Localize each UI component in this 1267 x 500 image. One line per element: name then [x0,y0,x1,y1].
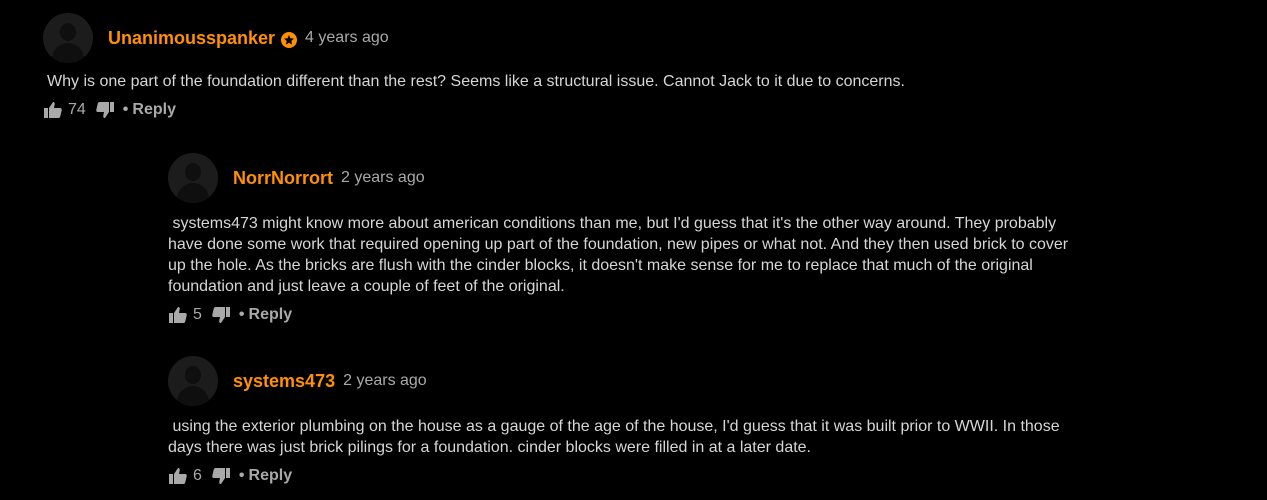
separator-dot: • [238,306,245,323]
reply-button[interactable]: Reply [132,101,176,119]
like-count: 5 [193,306,202,323]
avatar-body-shape [177,386,209,406]
star-badge-icon [281,31,298,48]
username[interactable]: NorrNorrort [233,168,333,189]
timestamp: 2 years ago [343,372,427,389]
avatar[interactable] [168,356,218,406]
thumbs-down-icon[interactable] [211,466,231,486]
avatar-body-shape [52,43,84,63]
comment-header: Unanimousspanker 4 years ago [43,13,1223,63]
comment-header: systems473 2 years ago [168,356,1168,406]
avatar-head-shape [60,23,76,41]
comment-text: systems473 might know more about america… [168,215,1069,295]
thumbs-up-icon[interactable] [43,100,63,120]
reply-comment: NorrNorrort 2 years ago systems473 might… [168,153,1168,325]
avatar[interactable] [168,153,218,203]
separator-dot: • [238,467,245,484]
like-count: 74 [68,101,86,118]
comment: Unanimousspanker 4 years ago Why is one … [43,13,1223,120]
like-count: 6 [193,467,202,484]
thumbs-down-icon[interactable] [211,305,231,325]
reply-button[interactable]: Reply [249,306,293,324]
comment-header: NorrNorrort 2 years ago [168,153,1168,203]
thumbs-up-icon[interactable] [168,466,188,486]
timestamp: 2 years ago [341,169,425,186]
comment-text: using the exterior plumbing on the house… [168,418,1060,456]
thumbs-down-icon[interactable] [95,100,115,120]
separator-dot: • [122,101,129,118]
reply-comment: systems473 2 years ago using the exterio… [168,356,1168,486]
username[interactable]: Unanimousspanker [108,28,275,49]
comment-actions: 6 • Reply [168,466,1168,486]
comment-actions: 74 • Reply [43,100,1223,120]
username[interactable]: systems473 [233,371,335,392]
avatar-body-shape [177,183,209,203]
avatar-head-shape [185,366,201,384]
reply-button[interactable]: Reply [249,467,293,485]
thumbs-up-icon[interactable] [168,305,188,325]
avatar-head-shape [185,163,201,181]
comment-text: Why is one part of the foundation differ… [47,73,905,90]
comment-actions: 5 • Reply [168,305,1168,325]
avatar[interactable] [43,13,93,63]
timestamp: 4 years ago [305,29,389,46]
